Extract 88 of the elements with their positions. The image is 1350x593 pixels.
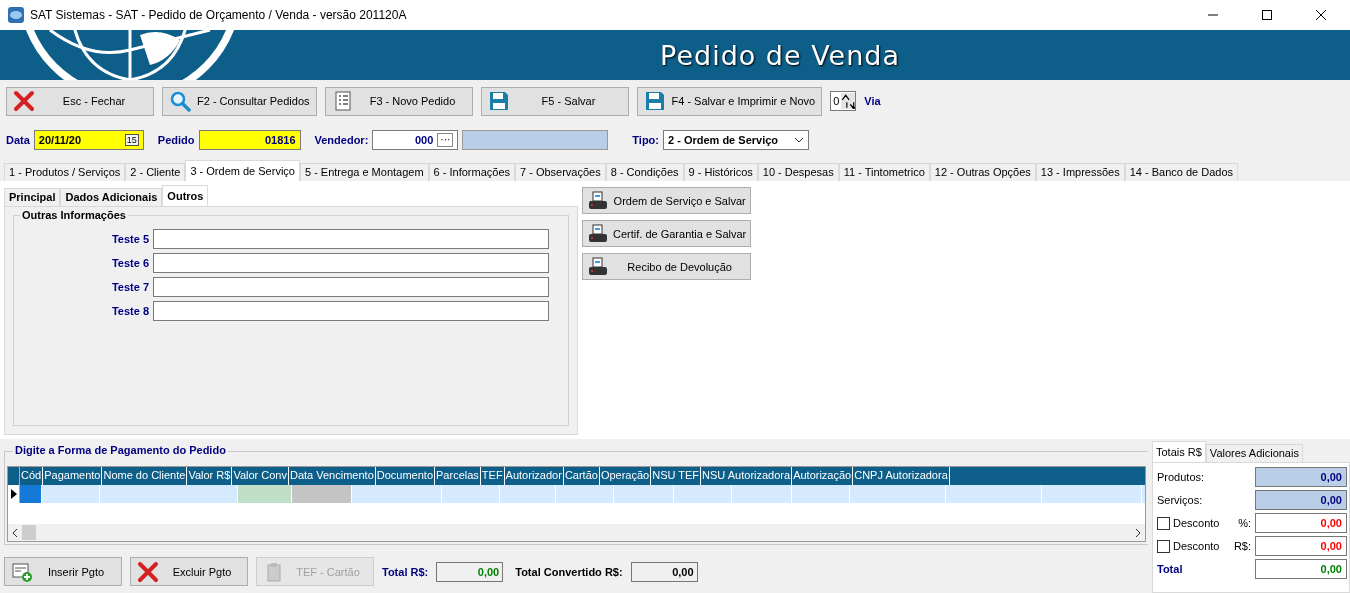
tab[interactable]: 8 - Condições <box>605 163 684 181</box>
toolbar-button[interactable]: F4 - Salvar e Imprimir e Novo <box>636 86 823 116</box>
tab[interactable]: Totais R$ <box>1152 441 1206 462</box>
x-icon <box>137 560 159 583</box>
field-label: Teste 7 <box>110 281 149 293</box>
amount-field: 0,00 <box>1255 490 1347 510</box>
tab[interactable]: 14 - Banco de Dados <box>1124 163 1239 181</box>
row-pointer-icon <box>10 489 17 499</box>
scroll-right-icon[interactable] <box>1135 527 1141 538</box>
amount-label: Serviços: <box>1157 494 1204 506</box>
amount-label: Produtos: <box>1157 471 1206 483</box>
horizontal-scrollbar[interactable] <box>8 524 1145 541</box>
date-field[interactable]: 20/11/20 15 <box>33 130 144 150</box>
converted-total-label: Total Convertido R$: <box>515 565 623 578</box>
spinner-arrows-icon[interactable] <box>841 93 856 109</box>
ellipsis-button[interactable]: ··· <box>437 133 454 147</box>
tab[interactable]: 12 - Outras Opções <box>929 163 1036 181</box>
type-dropdown[interactable]: 2 - Ordem de Serviço <box>663 130 809 150</box>
tab[interactable]: Valores Adicionais <box>1205 444 1303 462</box>
text-field[interactable] <box>153 229 549 249</box>
tab[interactable]: 13 - Impressões <box>1035 163 1125 181</box>
search-icon <box>169 90 191 112</box>
tab[interactable]: 3 - Ordem de Serviço <box>185 160 300 181</box>
tab[interactable]: 9 - Históricos <box>683 163 758 181</box>
discount-field[interactable]: 0,00 <box>1255 513 1347 533</box>
grid-cell[interactable] <box>238 485 292 503</box>
x-icon <box>13 90 35 112</box>
group-title: Digite a Forma de Pagamento do Pedido <box>13 444 228 456</box>
field-label: Teste 5 <box>110 233 149 245</box>
date-label: Data <box>6 134 30 146</box>
window-title: SAT Sistemas - SAT - Pedido de Orçamento / Venda - versão 201120A <box>30 8 407 22</box>
tab[interactable]: 7 - Observações <box>515 163 606 181</box>
tab[interactable]: 2 - Cliente <box>125 163 186 181</box>
via-label: Via <box>864 95 881 107</box>
field-label: Teste 8 <box>110 305 149 317</box>
app-icon <box>8 7 24 23</box>
toolbar-button[interactable]: Esc - Fechar <box>6 86 154 116</box>
tab[interactable]: Dados Adicionais <box>60 188 163 206</box>
group-title: Outras Informações <box>20 209 128 221</box>
unit-label: R$: <box>1233 540 1251 552</box>
order-label: Pedido <box>157 134 195 146</box>
tab[interactable]: 11 - Tintometrico <box>838 163 930 181</box>
banner-title: Pedido de Venda <box>660 39 900 71</box>
grid-cell[interactable] <box>292 485 352 503</box>
tab[interactable]: 5 - Entrega e Montagem <box>299 163 429 181</box>
card-add-icon <box>11 560 33 583</box>
print-button[interactable]: Ordem de Serviço e Salvar <box>582 187 752 214</box>
scroll-left-icon[interactable] <box>12 527 18 538</box>
toolbar-button[interactable]: F2 - Consultar Pedidos <box>162 86 317 116</box>
total-field: 0,00 <box>1255 559 1347 579</box>
text-field[interactable] <box>153 277 549 297</box>
chevron-down-icon <box>794 137 804 143</box>
toolbar-button[interactable]: F3 - Novo Pedido <box>324 86 473 116</box>
toolbar-button[interactable]: F5 - Salvar <box>480 86 629 116</box>
tab[interactable]: Outros <box>162 185 209 206</box>
discount-field[interactable]: 0,00 <box>1255 536 1347 556</box>
text-field[interactable] <box>153 301 549 321</box>
total-value: 0,00 <box>436 561 504 582</box>
scrollbar-thumb[interactable] <box>22 525 36 540</box>
unit-label: %: <box>1238 517 1251 529</box>
payment-button[interactable]: Inserir Pgto <box>4 557 122 586</box>
order-number-field[interactable]: 01816 <box>198 130 301 150</box>
amount-field: 0,00 <box>1255 467 1347 487</box>
field-label: Teste 6 <box>110 257 149 269</box>
checkbox[interactable] <box>1157 539 1170 553</box>
total-label: Total R$: <box>382 565 429 578</box>
printer-icon <box>587 222 609 245</box>
seller-code-field[interactable]: 000 ··· <box>372 130 459 150</box>
printer-icon <box>587 255 609 278</box>
tab[interactable]: Principal <box>4 188 61 206</box>
via-spinner[interactable]: 0 <box>830 91 857 111</box>
discount-label: Desconto <box>1173 540 1221 552</box>
text-field[interactable] <box>153 253 549 273</box>
tab[interactable]: 6 - Informações <box>428 163 515 181</box>
total-label: Total <box>1157 563 1184 575</box>
checkbox[interactable] <box>1157 516 1170 530</box>
calendar-button[interactable]: 15 <box>124 134 139 146</box>
print-button[interactable]: Recibo de Devolução <box>582 253 752 280</box>
payment-button[interactable]: Excluir Pgto <box>130 557 248 586</box>
converted-total-value: 0,00 <box>630 561 698 582</box>
tab[interactable]: 1 - Produtos / Serviços <box>4 163 126 181</box>
printer-icon <box>587 189 609 212</box>
grid-cell[interactable] <box>20 485 42 503</box>
print-button[interactable]: Certif. de Garantia e Salvar <box>582 220 752 247</box>
discount-label: Desconto <box>1173 517 1221 529</box>
type-label: Tipo: <box>632 134 659 146</box>
tab[interactable]: 10 - Despesas <box>757 163 839 181</box>
seller-label: Vendedor: <box>314 134 369 146</box>
